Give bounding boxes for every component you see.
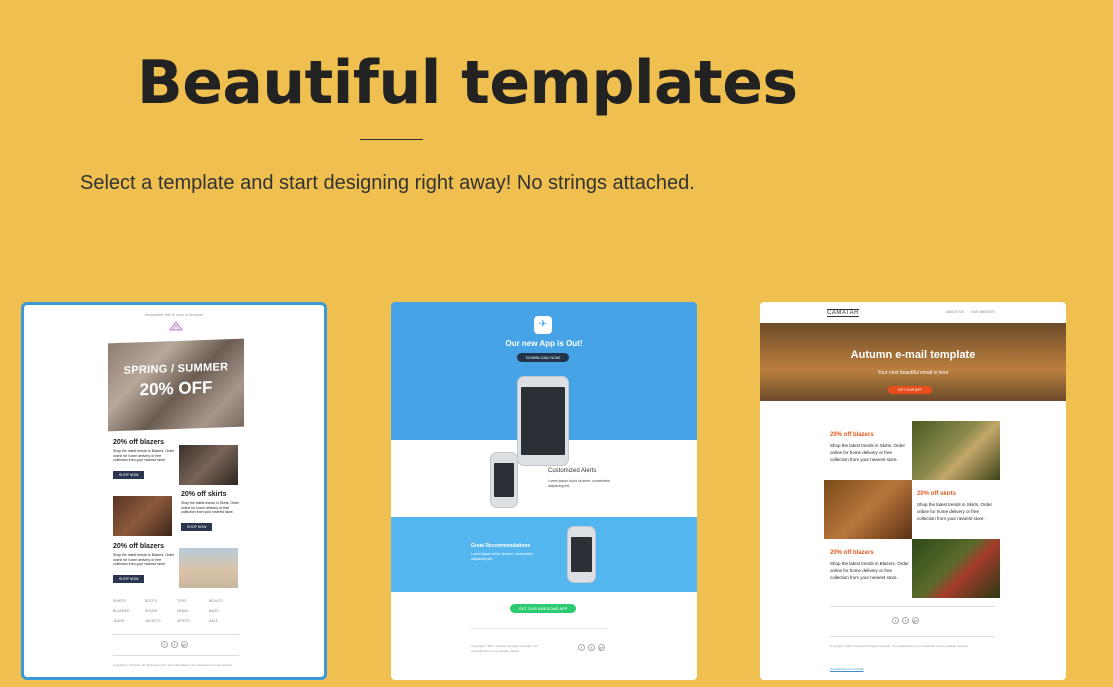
divider xyxy=(830,636,995,637)
category-link[interactable]: TOPS xyxy=(177,599,209,603)
divider xyxy=(830,606,995,607)
hero-banner-line1: SPRING / SUMMER xyxy=(123,361,229,377)
hero-title: Autumn e-mail template xyxy=(850,349,976,361)
footer-text: Copyright © 2017 Topcoat. All rights res… xyxy=(830,644,969,648)
footer-text: Copyright © Topcoat. All rights reserved… xyxy=(113,663,233,667)
promo-title: 20% off blazers xyxy=(830,432,874,438)
promo-title: 20% off blazers xyxy=(113,543,164,550)
feature-title: Customized Alerts xyxy=(548,468,597,474)
promo-block: 20% off blazers Shop the latest trends i… xyxy=(830,550,910,581)
divider xyxy=(113,634,239,635)
hero-banner: SPRING / SUMMER 20% OFF xyxy=(108,338,244,432)
brand-logo: CAMATAR xyxy=(827,309,859,317)
brand-logo-icon xyxy=(169,321,183,331)
feature-text: Lorem ipsum dolor sit amet, consectetur … xyxy=(471,552,534,561)
footer-text: Copyright © 2017 Topcoat. All rights res… xyxy=(471,644,538,653)
feature-text: Lorem ipsum dolor sit amet, consectetur … xyxy=(548,479,611,488)
category-link[interactable]: BLAZERS xyxy=(113,609,145,613)
category-link[interactable]: SKIRTS xyxy=(177,619,209,623)
download-now-button[interactable]: DOWNLOAD NOW xyxy=(517,353,569,362)
category-link[interactable]: JEANS xyxy=(113,619,145,623)
twitter-icon[interactable]: t xyxy=(588,644,595,651)
get-app-button[interactable]: GET OUR AWESOME APP xyxy=(510,604,576,613)
social-links: f t g+ xyxy=(161,641,188,648)
promo-image xyxy=(824,480,912,539)
page-title: Beautiful templates xyxy=(137,48,798,118)
hero-subtitle: Your next beautiful email is here xyxy=(877,370,949,376)
category-link[interactable]: JACKETS xyxy=(145,619,177,623)
nav-link-about[interactable]: ABOUT US xyxy=(946,310,964,314)
google-plus-icon[interactable]: g+ xyxy=(181,641,188,648)
category-link[interactable]: SHOES xyxy=(145,609,177,613)
feature-title: Great Recommendations xyxy=(471,543,531,549)
promo-text: Shop the latest trends in Blazers. Order… xyxy=(113,449,175,463)
phone-mockup xyxy=(490,452,518,508)
promo-image xyxy=(179,445,238,485)
google-plus-icon[interactable]: g+ xyxy=(598,644,605,651)
nav-link-website[interactable]: OUR WEBSITE xyxy=(971,310,996,314)
recommendations-section xyxy=(391,517,697,592)
divider xyxy=(471,628,607,629)
phone-screen xyxy=(571,537,592,572)
promo-title: 20% off skirts xyxy=(181,491,227,498)
promo-text: Shop the latest trends in Blazers. Order… xyxy=(830,561,909,580)
twitter-icon[interactable]: t xyxy=(171,641,178,648)
get-app-button[interactable]: GET OUR APP xyxy=(888,386,932,394)
hero-banner: Autumn e-mail template Your next beautif… xyxy=(760,323,1066,401)
preheader-text: Newsletter title & view in browser xyxy=(144,312,204,317)
promo-block: 20% off blazers Shop the latest trends i… xyxy=(113,543,175,585)
facebook-icon[interactable]: f xyxy=(892,617,899,624)
promo-block: 20% off blazers Shop the latest trends i… xyxy=(113,439,175,481)
category-link[interactable]: BEAUTY xyxy=(209,599,241,603)
category-link[interactable]: BOOTS xyxy=(145,599,177,603)
hero-banner-line2: 20% OFF xyxy=(139,377,213,400)
promo-image xyxy=(179,548,238,588)
phone-screen xyxy=(494,463,514,497)
promo-text: Shop the latest trends in Blazers. Order… xyxy=(113,553,175,567)
title-divider xyxy=(360,139,423,140)
app-title: Our new App is Out! xyxy=(505,339,583,348)
promo-title: 20% off blazers xyxy=(830,550,874,556)
promo-text: Shop the latest trends in Skirts. Order … xyxy=(917,502,993,521)
social-links: f t g+ xyxy=(892,617,919,624)
page-subtitle: Select a template and start designing ri… xyxy=(80,172,695,194)
promo-text: Shop the latest trends in Skirts. Order … xyxy=(181,501,240,515)
promo-block: 20% off skirts Shop the latest trends in… xyxy=(181,491,243,533)
app-rocket-icon: ✈ xyxy=(534,316,552,334)
shop-now-button[interactable]: SHOP NOW xyxy=(181,523,213,532)
template-card-autumn[interactable]: CAMATAR ABOUT US OUR WEBSITE Autumn e-ma… xyxy=(760,302,1066,680)
phone-mockup xyxy=(567,526,596,583)
phone-mockup xyxy=(517,376,569,466)
google-plus-icon[interactable]: g+ xyxy=(912,617,919,624)
facebook-icon[interactable]: f xyxy=(578,644,585,651)
promo-text: Shop the latest trends in Skirts. Order … xyxy=(830,443,906,462)
promo-title: 20% off blazers xyxy=(113,439,164,446)
promo-title: 20% off skirts xyxy=(917,491,957,497)
shop-now-button[interactable]: SHOP NOW xyxy=(113,471,145,480)
promo-image xyxy=(113,496,172,536)
twitter-icon[interactable]: t xyxy=(902,617,909,624)
category-link[interactable]: DENIM xyxy=(177,609,209,613)
email-nav: CAMATAR ABOUT US OUR WEBSITE xyxy=(760,302,1066,323)
promo-image xyxy=(912,421,1000,480)
template-card-app-launch[interactable]: ✈ Our new App is Out! DOWNLOAD NOW Custo… xyxy=(391,302,697,680)
promo-block: 20% off skirts Shop the latest trends in… xyxy=(917,491,997,522)
facebook-icon[interactable]: f xyxy=(161,641,168,648)
social-links: f t g+ xyxy=(578,644,605,651)
category-links: SHIRTS BOOTS TOPS BEAUTY BLAZERS SHOES D… xyxy=(113,599,241,623)
phone-screen xyxy=(521,387,565,455)
divider xyxy=(113,655,239,656)
template-card-spring-summer[interactable]: Newsletter title & view in browser SPRIN… xyxy=(21,302,327,680)
category-link[interactable]: BAGS xyxy=(209,609,241,613)
unsubscribe-link[interactable]: Unsubscribe from this list xyxy=(830,667,864,671)
promo-block: 20% off blazers Shop the latest trends i… xyxy=(830,432,910,463)
category-link[interactable]: SALE xyxy=(209,619,241,623)
shop-now-button[interactable]: SHOP NOW xyxy=(113,575,145,584)
category-link[interactable]: SHIRTS xyxy=(113,599,145,603)
promo-image xyxy=(912,539,1000,598)
